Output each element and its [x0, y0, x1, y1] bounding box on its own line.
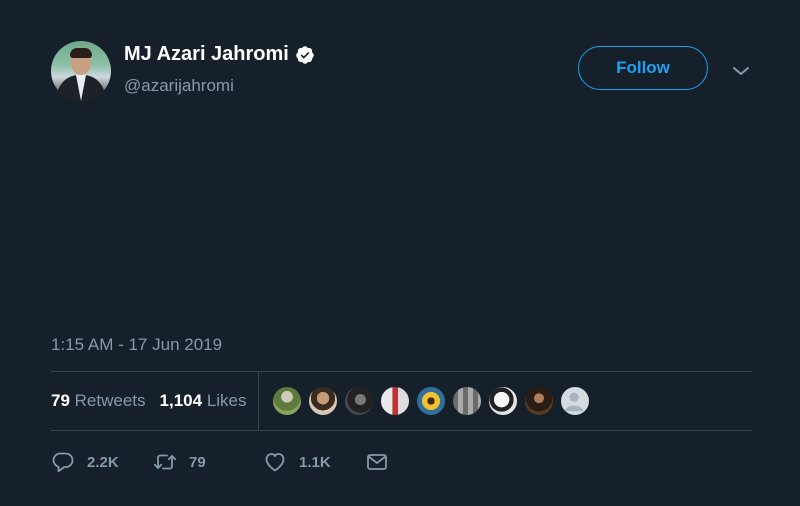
- like-count: 1.1K: [299, 453, 331, 471]
- liker-avatar-2[interactable]: [308, 386, 338, 416]
- liker-avatar-7[interactable]: [488, 386, 518, 416]
- author-name-row: MJ Azari Jahromi: [124, 43, 315, 66]
- default-avatar-icon: [564, 392, 584, 412]
- liker-avatar-5[interactable]: [416, 386, 446, 416]
- divider-bottom: [51, 430, 752, 431]
- likes-label: Likes: [206, 391, 247, 410]
- engagement-stats: 79 Retweets 1,104 Likes: [51, 372, 261, 430]
- envelope-icon: [367, 454, 387, 470]
- reply-action[interactable]: 2.2K: [51, 450, 153, 474]
- follow-button[interactable]: Follow: [578, 46, 708, 90]
- chevron-down-icon[interactable]: [731, 62, 751, 80]
- like-action[interactable]: 1.1K: [263, 450, 365, 474]
- liker-avatar-9[interactable]: [560, 386, 590, 416]
- tweet-card: MJ Azari Jahromi @azarijahromi Follow 1:…: [0, 0, 800, 506]
- reply-icon: [52, 452, 74, 473]
- tweet-actions: 2.2K 79 1.1K: [51, 448, 389, 476]
- retweet-count: 79: [189, 453, 206, 471]
- reply-count: 2.2K: [87, 453, 119, 471]
- liker-avatar-6[interactable]: [452, 386, 482, 416]
- retweets-count: 79: [51, 391, 70, 410]
- heart-icon: [265, 453, 285, 472]
- stats-separator: [258, 372, 259, 430]
- retweet-action[interactable]: 79: [153, 450, 263, 474]
- author-display-name[interactable]: MJ Azari Jahromi: [124, 43, 289, 66]
- direct-message-action[interactable]: [365, 450, 389, 474]
- liker-avatars: [272, 386, 590, 416]
- tweet-timestamp[interactable]: 1:15 AM - 17 Jun 2019: [51, 335, 222, 355]
- likes-count: 1,104: [159, 391, 203, 410]
- liker-avatar-4[interactable]: [380, 386, 410, 416]
- likes-stat[interactable]: 1,104 Likes: [160, 391, 247, 411]
- liker-avatar-1[interactable]: [272, 386, 302, 416]
- liker-avatar-3[interactable]: [344, 386, 374, 416]
- liker-avatar-8[interactable]: [524, 386, 554, 416]
- author-handle[interactable]: @azarijahromi: [124, 76, 234, 96]
- retweets-label: Retweets: [74, 391, 146, 410]
- retweets-stat[interactable]: 79 Retweets: [51, 391, 146, 411]
- retweet-icon: [153, 454, 177, 470]
- author-avatar[interactable]: [51, 41, 111, 101]
- verified-badge-icon: [296, 45, 314, 64]
